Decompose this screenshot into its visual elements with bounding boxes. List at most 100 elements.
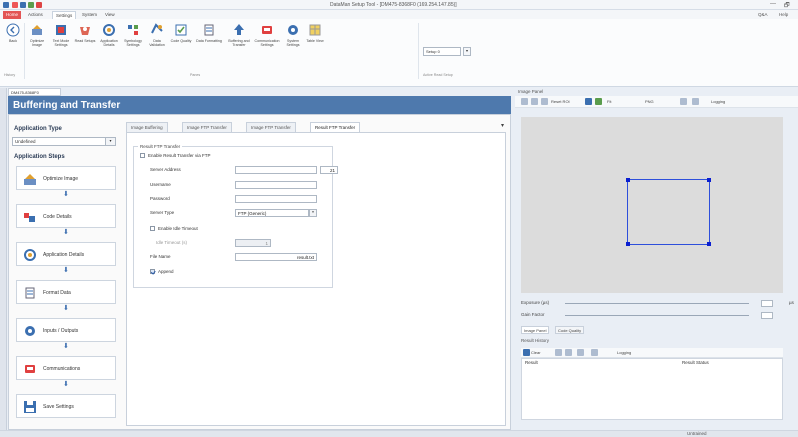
step-save-settings[interactable]: Save Settings [16,394,116,418]
tab-home[interactable]: Home [3,11,22,19]
quick-access-icon[interactable] [28,2,34,8]
enable-result-transfer-checkbox[interactable] [140,153,145,158]
setup-dropdown-button[interactable]: ▾ [463,47,471,56]
minimize-button[interactable]: — [770,1,776,7]
export-icon[interactable] [565,349,572,356]
reset-roi-button[interactable]: Reset ROI [551,99,570,104]
application-type-dropdown-button[interactable]: ▾ [106,137,116,146]
clear-icon[interactable] [523,349,530,356]
data-formatting-icon [204,24,214,36]
server-type-select[interactable]: FTP (Generic) [235,209,309,217]
roi-handle[interactable] [707,242,711,246]
camera-icon[interactable] [680,98,687,105]
filter-icon[interactable] [555,349,562,356]
tabs-menu-button[interactable]: ▾ [501,122,504,129]
code-details-icon [24,213,35,222]
step-communications[interactable]: Communications [16,356,116,380]
enable-idle-timeout-checkbox[interactable] [150,226,155,231]
tab-view[interactable]: View [102,11,118,19]
symbology-button[interactable]: Symbology Settings [122,23,144,47]
back-button[interactable]: Back [2,23,24,43]
gain-slider[interactable] [565,315,749,316]
quick-access-icon[interactable] [36,2,42,8]
read-setups-icon [80,27,90,35]
active-setup-select[interactable]: Setup 0 [423,47,461,56]
step-arrow-icon: ⬇ [63,343,69,350]
fit-button[interactable]: Fit [607,99,611,104]
buffering-transfer-button[interactable]: Buffering and Transfer [226,23,252,47]
save-icon [24,401,36,413]
data-formatting-button[interactable]: Data Formatting [194,23,224,43]
tab-image-panel[interactable]: Image Panel [521,326,550,334]
pan-icon[interactable] [541,98,548,105]
port-field[interactable]: 21 [320,166,338,174]
result-ftp-group: Result FTP Transfer Enable Result Transf… [133,144,338,288]
image-icon[interactable] [595,98,602,105]
roi-icon[interactable] [585,98,592,105]
communications-icon [25,365,35,373]
application-details-button[interactable]: Application Details [98,23,120,47]
device-document-tab[interactable]: DM475-8368F0 [8,88,61,96]
server-address-field[interactable] [235,166,317,174]
password-label: Password [150,196,170,201]
read-setups-button[interactable]: Read Setups [74,23,96,43]
gain-label: Gain Factor [521,312,545,317]
png-select[interactable]: PNG [645,99,654,104]
idle-timeout-field[interactable]: 1 [235,239,271,247]
tab-system[interactable]: System [79,11,100,19]
grid-icon[interactable] [692,98,699,105]
server-type-dropdown-button[interactable]: ▾ [309,209,317,217]
logging-button[interactable]: Logging [711,99,725,104]
zoom-out-icon[interactable] [531,98,538,105]
text-mode-button[interactable]: Text Mode Settings [50,23,72,47]
zoom-in-icon[interactable] [521,98,528,105]
qa-link[interactable]: Q&A [758,12,768,17]
system-settings-button[interactable]: System Settings [282,23,304,47]
column-header-result[interactable]: Result [525,360,538,365]
filter-funnel-icon[interactable] [591,349,598,356]
optimize-image-button[interactable]: Optimize Image [26,23,48,47]
roi-handle[interactable] [626,178,630,182]
communication-settings-button[interactable]: Communication Settings [254,23,280,47]
data-validation-button[interactable]: Data Validation [146,23,168,47]
help-link[interactable]: Help [779,12,788,17]
step-format-data[interactable]: Format Data [16,280,116,304]
window-title: DataMan Setup Tool - [DM475-8368F0 (169.… [330,2,457,8]
tab-image-ftp-transfer[interactable]: Image FTP Transfer [182,122,232,132]
image-canvas[interactable] [521,117,783,293]
clear-button[interactable]: Clear [531,350,541,355]
table-view-button[interactable]: Table View [304,23,326,43]
exposure-value-field[interactable] [761,300,773,307]
password-field[interactable] [235,195,317,203]
file-name-label: File Name [150,254,171,259]
gain-value-field[interactable] [761,312,773,319]
code-quality-button[interactable]: Code Quality [170,23,192,43]
roi-handle[interactable] [707,178,711,182]
result-logging-button[interactable]: Logging [617,350,631,355]
image-toolbar: Reset ROI Fit PNG Logging [515,96,798,108]
step-application-details[interactable]: Application Details [16,242,116,266]
quick-access-icon[interactable] [20,2,26,8]
column-header-result-status[interactable]: Result Status [682,360,709,365]
tab-result-ftp-transfer[interactable]: Result FTP Transfer [310,122,361,132]
data-validation-icon [151,23,163,34]
tab-image-ftp-transfer-2[interactable]: Image FTP Transfer [246,122,296,132]
gain-row: Gain Factor [521,312,783,320]
tab-settings[interactable]: Settings [52,11,77,19]
roi-handle[interactable] [626,242,630,246]
step-optimize-image[interactable]: Optimize Image [16,166,116,190]
table-icon[interactable] [577,349,584,356]
tab-image-buffering[interactable]: Image Buffering [126,122,168,132]
exposure-slider[interactable] [565,303,749,304]
append-checkbox[interactable] [150,269,155,274]
step-code-details[interactable]: Code Details [16,204,116,228]
application-type-select[interactable]: Undefined [12,137,106,146]
system-settings-icon [288,25,298,35]
roi-rectangle[interactable] [626,178,711,246]
step-inputs-outputs[interactable]: Inputs / Outputs [16,318,116,342]
username-field[interactable] [235,181,317,189]
tab-actions[interactable]: Actions [25,11,46,19]
tab-code-quality[interactable]: Code Quality [555,326,585,334]
file-name-field[interactable]: result.txt [235,253,317,261]
quick-access-icon[interactable] [12,2,18,8]
